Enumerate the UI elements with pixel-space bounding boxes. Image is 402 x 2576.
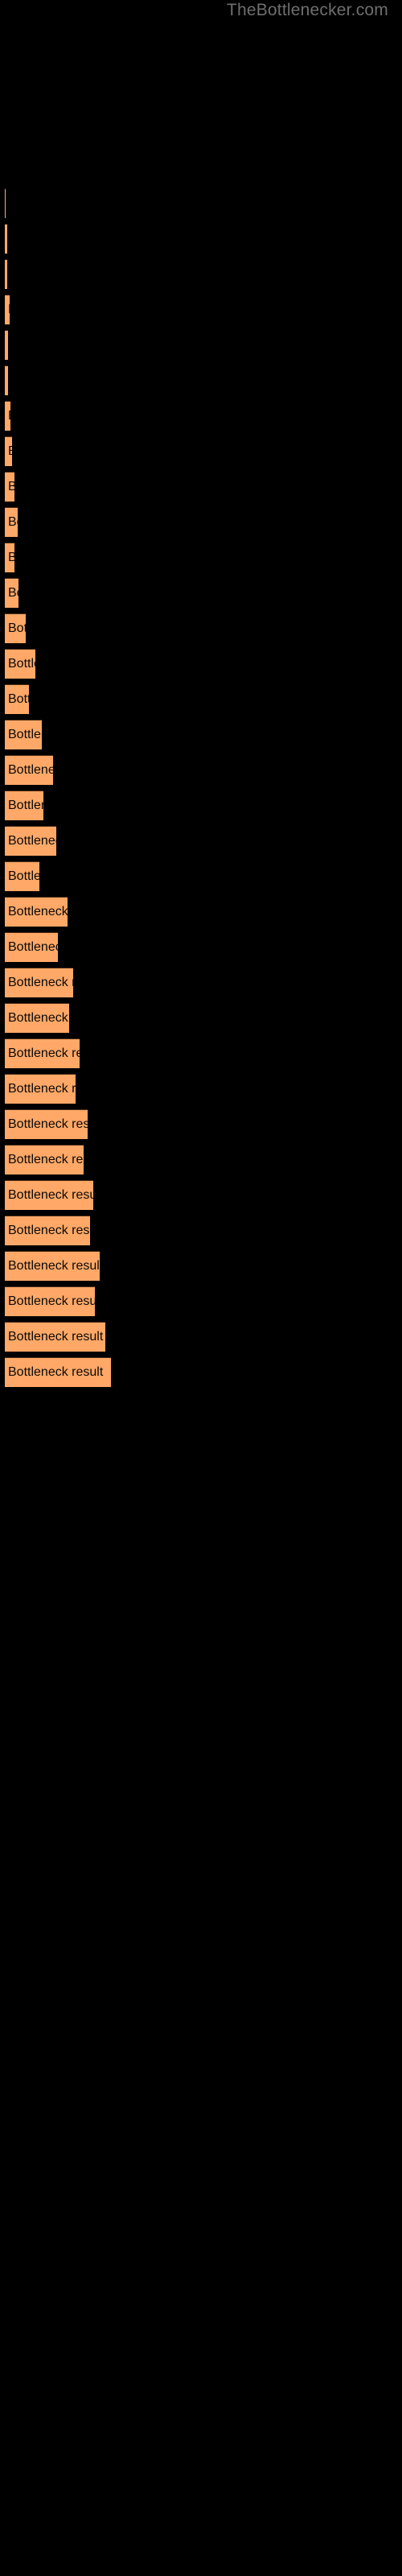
bar-label: Bottleneck result: [8, 444, 12, 459]
bar-row: Bottleneck result: [0, 755, 402, 785]
bar-row: Bottleneck result: [0, 649, 402, 679]
bar[interactable]: Bottleneck result: [5, 1038, 80, 1068]
bar-row: Bottleneck result: [0, 472, 402, 502]
bar-label: Bottleneck result: [8, 905, 68, 919]
bar-label: Bottleneck result: [8, 692, 29, 706]
bar-row: Bottleneck result: [0, 578, 402, 608]
bar-row: Bottleneck result: [0, 401, 402, 431]
bar-label: Bottleneck result: [8, 1117, 88, 1131]
bar-label: Bottleneck result: [8, 480, 14, 494]
bar-row: Bottleneck result: [0, 1180, 402, 1210]
bar-row: Bottleneck result: [0, 826, 402, 856]
bar[interactable]: Bottleneck result: [5, 684, 29, 714]
bar[interactable]: Bottleneck result: [5, 330, 8, 360]
bar-label: Bottleneck result: [8, 586, 18, 600]
bar-label: Bottleneck result: [8, 1330, 104, 1344]
bar-label: Bottleneck result: [8, 515, 18, 529]
bar-label: Bottleneck result: [8, 869, 39, 883]
bar-row: Bottleneck result: [0, 932, 402, 962]
bar-row: Bottleneck result: [0, 684, 402, 714]
bar[interactable]: Bottleneck result: [5, 826, 56, 856]
bar[interactable]: Bottleneck result: [5, 968, 73, 997]
bar-label: Bottleneck result: [8, 621, 26, 635]
bar[interactable]: Bottleneck result: [5, 755, 53, 785]
bar-label: Bottleneck result: [8, 1188, 93, 1202]
bar-label: Bottleneck result: [8, 409, 10, 423]
bar[interactable]: Bottleneck result: [5, 543, 14, 572]
bar-row: Bottleneck result: [0, 1322, 402, 1352]
bar-row: Bottleneck result: [0, 861, 402, 891]
bar-row: Bottleneck result: [0, 613, 402, 643]
bar[interactable]: Bottleneck result: [5, 436, 12, 466]
bar[interactable]: Bottleneck result: [5, 1074, 76, 1104]
bar-label: Bottleneck result: [8, 1082, 76, 1096]
bar[interactable]: Bottleneck result: [5, 1003, 69, 1033]
bar[interactable]: Bottleneck result: [5, 259, 7, 289]
bar-label: Bottleneck result: [8, 657, 35, 671]
bar-row: Bottleneck result: [0, 259, 402, 289]
bar-row: Bottleneck result: [0, 330, 402, 360]
bar-row: Bottleneck result: [0, 507, 402, 537]
bar[interactable]: Bottleneck result: [5, 1251, 100, 1281]
bar-row: Bottleneck result: [0, 1251, 402, 1281]
bar-label: Bottleneck result: [8, 1365, 104, 1379]
bar-row: Bottleneck result: [0, 224, 402, 254]
bar-label: Bottleneck result: [8, 763, 53, 777]
bar-row: Bottleneck result: [0, 791, 402, 820]
bar-row: Bottleneck result: [0, 720, 402, 749]
bar-row: Bottleneck result: [0, 365, 402, 395]
bar[interactable]: Bottleneck result: [5, 224, 7, 254]
bar[interactable]: Bottleneck result: [5, 1145, 84, 1174]
bar[interactable]: Bottleneck result: [5, 1216, 90, 1245]
bar-chart-plot-area: Bottleneck result Bottleneck result Bottle…: [0, 0, 402, 2576]
bar-label: Bottleneck result: [8, 728, 42, 741]
bar[interactable]: Bottleneck result: [5, 861, 39, 891]
bar[interactable]: Bottleneck result: [5, 720, 42, 749]
bar[interactable]: Bottleneck result: [5, 897, 68, 927]
bar-row: Bottleneck result: [0, 1357, 402, 1387]
bar[interactable]: Bottleneck result: [5, 1109, 88, 1139]
bar-row: Bottleneck result: [0, 543, 402, 572]
bar-label: Bottleneck result: [8, 1153, 84, 1166]
bar[interactable]: Bottleneck result: [5, 1180, 93, 1210]
bar-row: Bottleneck result: [0, 436, 402, 466]
bar[interactable]: Bottleneck result: [5, 613, 26, 643]
bar-label: Bottleneck result: [8, 799, 43, 812]
bar[interactable]: Bottleneck result: [5, 932, 58, 962]
bar[interactable]: Bottleneck result: [5, 401, 10, 431]
bar-label: Bottleneck result: [8, 303, 10, 317]
bar-row: Bottleneck result: [0, 897, 402, 927]
bar-label: Bottleneck result: [8, 834, 56, 848]
bar-label: Bottleneck result: [8, 1046, 80, 1060]
bar[interactable]: Bottleneck result: [5, 1286, 95, 1316]
bar-row: Bottleneck result: [0, 188, 402, 218]
bar[interactable]: Bottleneck result: [5, 188, 6, 218]
bar[interactable]: Bottleneck result: [5, 472, 14, 502]
bar-label: Bottleneck result: [8, 551, 14, 565]
bar-row: Bottleneck result: [0, 1145, 402, 1174]
bar-row: Bottleneck result: [0, 1038, 402, 1068]
bar[interactable]: Bottleneck result: [5, 791, 43, 820]
bar[interactable]: Bottleneck result: [5, 295, 10, 324]
bar[interactable]: Bottleneck result: [5, 578, 18, 608]
bar-label: Bottleneck result: [8, 1011, 69, 1025]
bar[interactable]: Bottleneck result: [5, 649, 35, 679]
bar-label: Bottleneck result: [8, 1224, 90, 1237]
bar[interactable]: Bottleneck result: [5, 507, 18, 537]
bar-label: Bottleneck result: [8, 976, 73, 989]
bar-row: Bottleneck result: [0, 1216, 402, 1245]
bar[interactable]: Bottleneck result: [5, 1357, 111, 1387]
bar-label: Bottleneck result: [8, 940, 58, 954]
bar[interactable]: Bottleneck result: [5, 365, 8, 395]
bar-row: Bottleneck result: [0, 1074, 402, 1104]
bar-row: Bottleneck result: [0, 1003, 402, 1033]
bar-row: Bottleneck result: [0, 1286, 402, 1316]
chart-root: TheBottlenecker.com Bottleneck resultBot…: [0, 0, 402, 2576]
bar-row: Bottleneck result: [0, 295, 402, 324]
bar-row: Bottleneck result: [0, 1109, 402, 1139]
bar-label: Bottleneck result: [8, 1294, 95, 1308]
bar[interactable]: Bottleneck result: [5, 1322, 105, 1352]
bar-label: Bottleneck result: [8, 1259, 100, 1273]
bar-row: Bottleneck result: [0, 968, 402, 997]
